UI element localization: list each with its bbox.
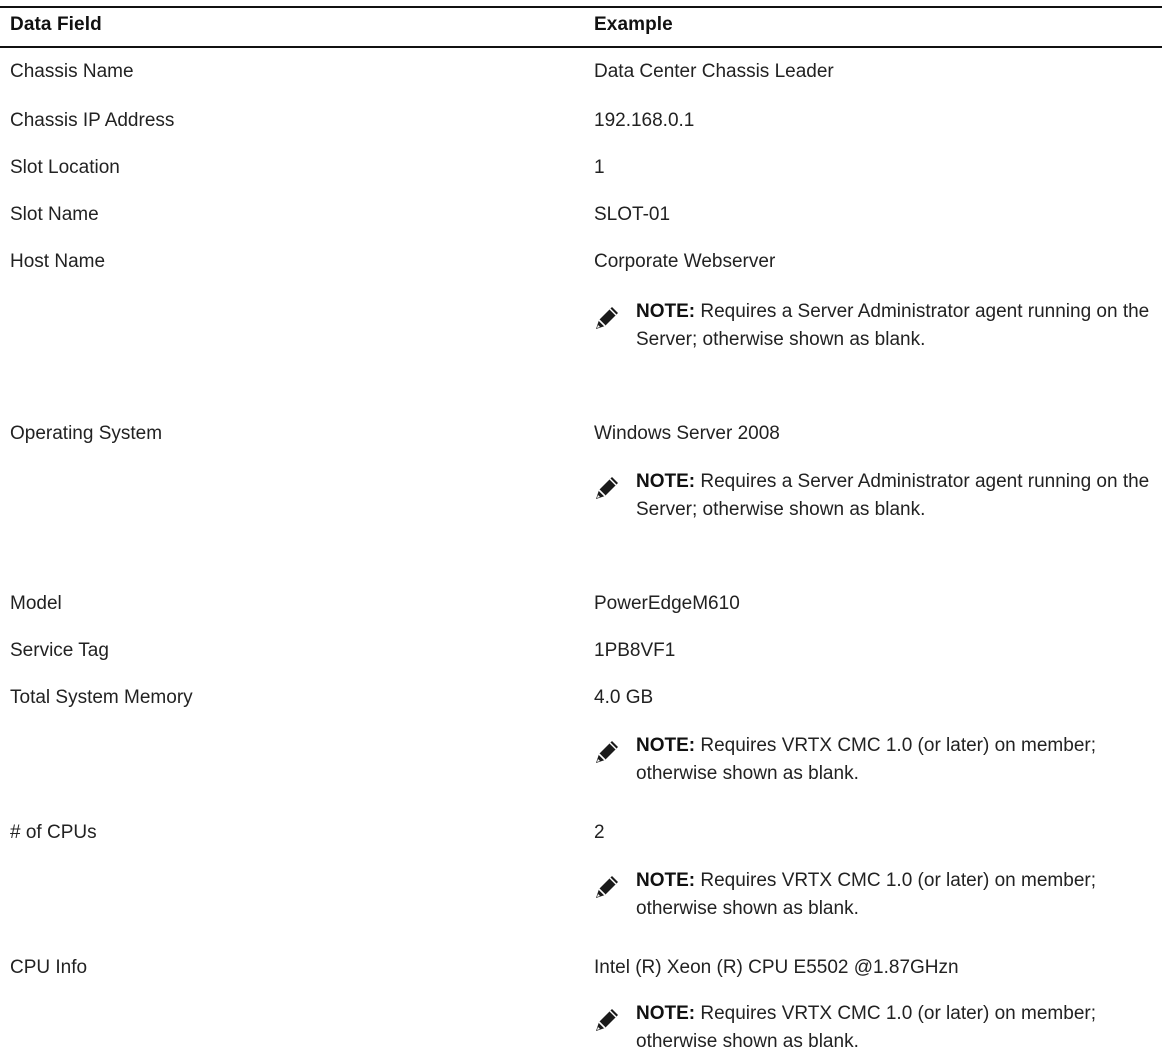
header-data-field: Data Field [10, 14, 102, 35]
note-text: NOTE: Requires a Server Administrator ag… [636, 298, 1154, 354]
table-row-value: PowerEdgeM610 [594, 593, 740, 614]
table-row-value: 192.168.0.1 [594, 110, 695, 131]
note-callout: NOTE: Requires VRTX CMC 1.0 (or later) o… [594, 1000, 1154, 1056]
pencil-note-icon [596, 477, 618, 499]
note-text: NOTE: Requires VRTX CMC 1.0 (or later) o… [636, 1000, 1154, 1056]
table-row-field: Operating System [10, 423, 163, 444]
table-row-value: Data Center Chassis Leader [594, 61, 834, 82]
note-body: Requires a Server Administrator agent ru… [636, 471, 1150, 520]
pencil-note-icon [596, 876, 618, 898]
note-body: Requires a Server Administrator agent ru… [636, 301, 1150, 350]
note-text: NOTE: Requires VRTX CMC 1.0 (or later) o… [636, 867, 1154, 923]
header-example: Example [594, 14, 673, 35]
note-callout: NOTE: Requires VRTX CMC 1.0 (or later) o… [594, 867, 1154, 923]
table-row-value: 1 [594, 157, 605, 178]
table-row-value: 4.0 GB [594, 687, 654, 708]
table-row-value: 2 [594, 822, 605, 843]
table-row-field: Slot Name [10, 204, 99, 225]
note-callout: NOTE: Requires VRTX CMC 1.0 (or later) o… [594, 732, 1154, 788]
note-text: NOTE: Requires a Server Administrator ag… [636, 468, 1154, 524]
table-row-value: Windows Server 2008 [594, 423, 780, 444]
table-row-field: Service Tag [10, 640, 109, 661]
note-label: NOTE: [636, 735, 696, 756]
table-row-value: 1PB8VF1 [594, 640, 676, 661]
note-label: NOTE: [636, 471, 696, 492]
pencil-note-icon [596, 1009, 618, 1031]
pencil-note-icon [596, 307, 618, 329]
pencil-note-icon [596, 741, 618, 763]
note-callout: NOTE: Requires a Server Administrator ag… [594, 468, 1154, 524]
note-label: NOTE: [636, 870, 696, 891]
table-row-field: Model [10, 593, 62, 614]
table-top-rule [0, 6, 1162, 8]
note-callout: NOTE: Requires a Server Administrator ag… [594, 298, 1154, 354]
note-body: Requires VRTX CMC 1.0 (or later) on memb… [636, 870, 1096, 919]
table-row-field: Chassis IP Address [10, 110, 175, 131]
header-rule [0, 46, 1162, 48]
note-label: NOTE: [636, 301, 696, 322]
table-row-field: Slot Location [10, 157, 120, 178]
table-row-value: Corporate Webserver [594, 251, 776, 272]
table-row-field: Chassis Name [10, 61, 134, 82]
table-row-field: Total System Memory [10, 687, 193, 708]
table-row-field: CPU Info [10, 957, 88, 978]
note-body: Requires VRTX CMC 1.0 (or later) on memb… [636, 735, 1096, 784]
note-label: NOTE: [636, 1003, 696, 1024]
table-row-value: Intel (R) Xeon (R) CPU E5502 @1.87GHzn [594, 957, 959, 978]
note-text: NOTE: Requires VRTX CMC 1.0 (or later) o… [636, 732, 1154, 788]
note-body: Requires VRTX CMC 1.0 (or later) on memb… [636, 1003, 1096, 1052]
table-row-value: SLOT-01 [594, 204, 671, 225]
table-row-field: # of CPUs [10, 822, 97, 843]
table-row-field: Host Name [10, 251, 106, 272]
